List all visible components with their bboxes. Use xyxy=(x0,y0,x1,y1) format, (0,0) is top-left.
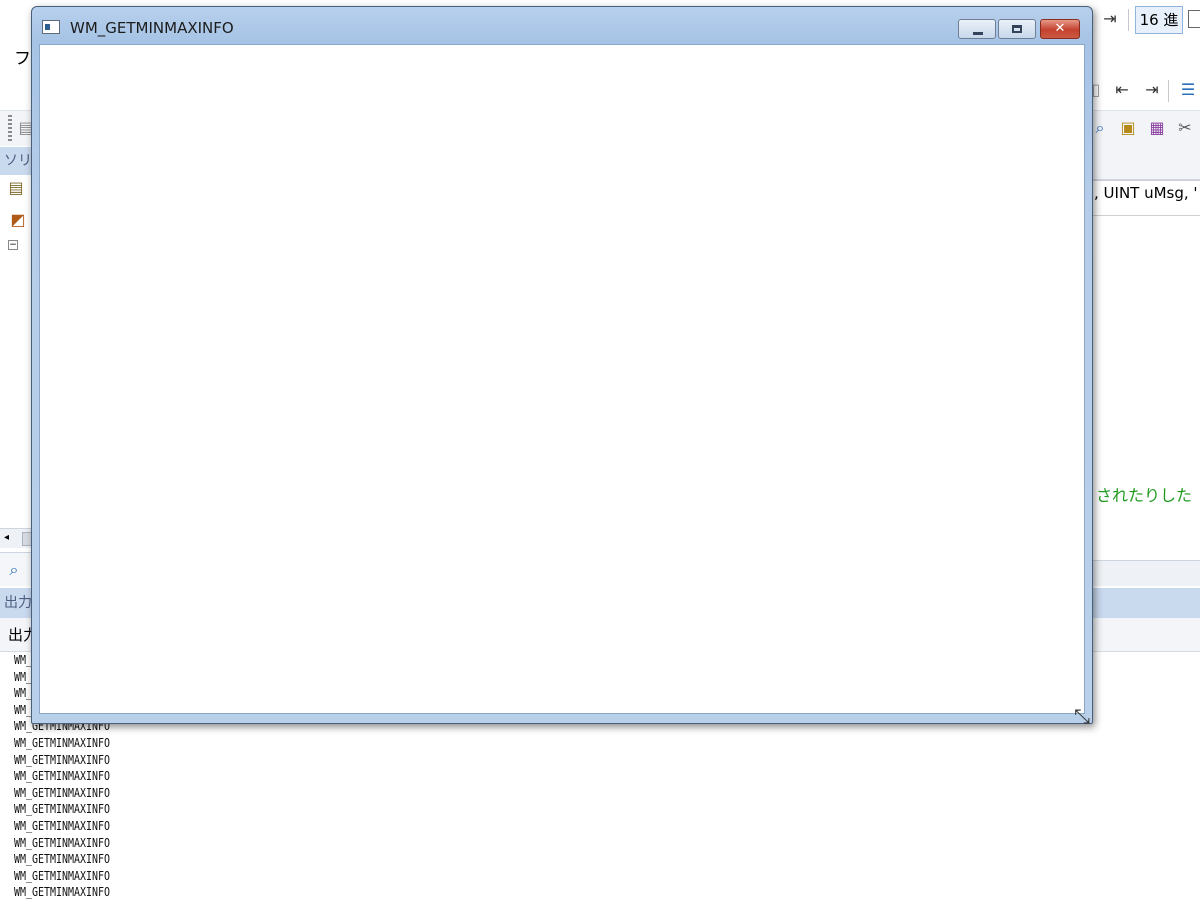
indent-icon[interactable]: ⇥ xyxy=(1142,80,1162,100)
function-signature: , UINT uMsg, ' xyxy=(1094,184,1198,202)
hex-display-button[interactable]: 16 進 xyxy=(1135,6,1183,34)
find-icon[interactable]: ⌕ xyxy=(1090,118,1110,138)
output-line: WM_GETMINMAXINFO xyxy=(14,735,110,750)
minimize-icon xyxy=(973,32,983,35)
app-window-icon[interactable] xyxy=(42,20,60,34)
output-line: WM_GETMINMAXINFO xyxy=(14,885,110,900)
close-button[interactable]: ✕ xyxy=(1040,19,1080,39)
window-icon[interactable] xyxy=(1188,10,1200,28)
toolbar-separator xyxy=(1128,9,1129,31)
output-line: WM_GETMINMAXINFO xyxy=(14,852,110,867)
tree-collapse-icon[interactable]: − xyxy=(8,240,18,250)
solution-explorer-header[interactable]: ソリ xyxy=(0,147,34,175)
solution-explorer-tab[interactable]: ⌕ xyxy=(0,552,34,586)
solution-icon[interactable]: ▤ xyxy=(6,178,26,198)
solution-explorer-tree[interactable]: ▤ ◩ − xyxy=(0,176,34,528)
redo-icon[interactable]: ⇥ xyxy=(1100,9,1120,29)
code-comment: されたりした xyxy=(1096,486,1193,505)
popup-window[interactable]: WM_GETMINMAXINFO ✕ ⤡ xyxy=(31,6,1093,728)
scroll-left-icon[interactable]: ◂ xyxy=(4,532,9,543)
editor-tab-strip[interactable] xyxy=(1092,146,1200,180)
window-titlebar[interactable]: WM_GETMINMAXINFO ✕ xyxy=(32,7,1092,43)
toolbox-icon[interactable]: ▦ xyxy=(1147,118,1167,138)
window-client-area[interactable] xyxy=(39,44,1085,714)
toolbar-separator xyxy=(1168,80,1169,102)
output-line: WM_GETMINMAXINFO xyxy=(14,835,110,850)
outdent-icon[interactable]: ⇤ xyxy=(1112,80,1132,100)
toolbar-grip[interactable] xyxy=(8,115,12,141)
solution-explorer-icon: ⌕ xyxy=(9,560,19,579)
minimize-button[interactable] xyxy=(958,19,996,39)
project-icon[interactable]: ◩ xyxy=(8,210,28,230)
output-line: WM_GETMINMAXINFO xyxy=(14,785,110,800)
maximize-icon xyxy=(1012,25,1022,33)
output-line: WM_GETMINMAXINFO xyxy=(14,802,110,817)
resize-grip-icon[interactable]: ⤡ xyxy=(1070,704,1094,728)
close-icon: ✕ xyxy=(1054,21,1066,36)
file-menu[interactable]: フ xyxy=(14,44,31,69)
output-line: WM_GETMINMAXINFO xyxy=(14,752,110,767)
tools-icon[interactable]: ✂ xyxy=(1175,118,1195,138)
output-line: WM_GETMINMAXINFO xyxy=(14,818,110,833)
align-icon[interactable]: ☰ xyxy=(1178,80,1198,100)
output-line: WM_GETMINMAXINFO xyxy=(14,769,110,784)
output-line: WM_GETMINMAXINFO xyxy=(14,868,110,883)
maximize-button[interactable] xyxy=(998,19,1036,39)
editor-horizontal-scrollbar[interactable] xyxy=(1092,560,1200,586)
properties-icon[interactable]: ▣ xyxy=(1118,118,1138,138)
window-title: WM_GETMINMAXINFO xyxy=(70,19,234,37)
solution-horizontal-scrollbar[interactable]: ◂ xyxy=(0,528,34,548)
